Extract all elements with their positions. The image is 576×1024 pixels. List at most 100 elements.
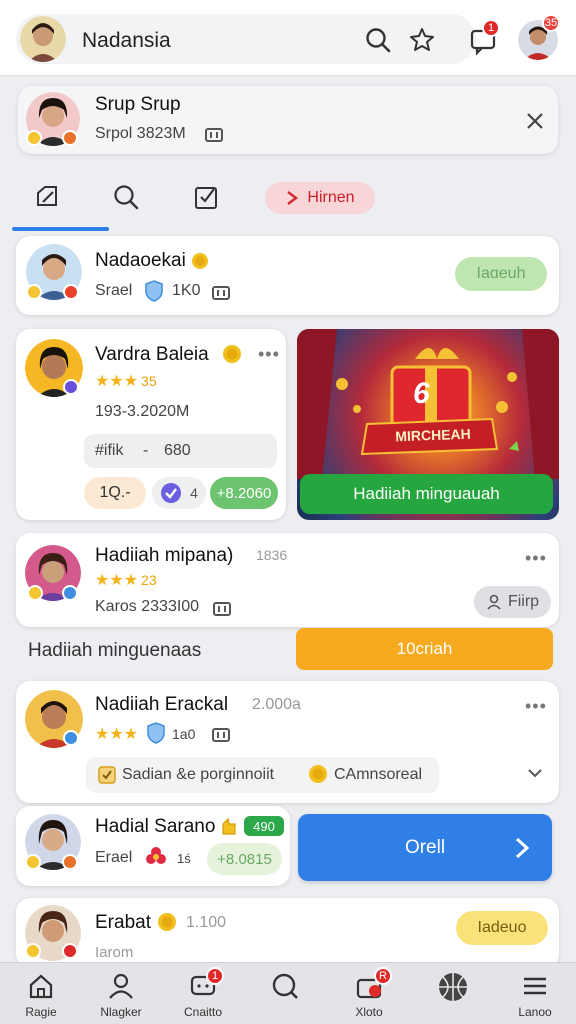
field-value: 680 [164, 442, 191, 459]
more-options-icon[interactable]: ••• [525, 548, 547, 569]
user-tag-5: 490 [244, 816, 284, 836]
avatar [20, 16, 66, 62]
user-action-button-6[interactable]: Iadeuo [456, 911, 548, 945]
nav-label: Nlagker [100, 1005, 142, 1019]
user-sub-1: Srael [95, 282, 133, 299]
tab-highlight-pill[interactable]: Hirnen [265, 182, 375, 214]
coin-icon [223, 345, 241, 363]
user-avatar-6 [25, 905, 81, 961]
user-sub-5: Erael [95, 849, 133, 866]
section-label: Hadiiah minguenaas [28, 640, 202, 661]
search-icon[interactable] [364, 26, 392, 54]
tab-compose-icon[interactable] [33, 183, 61, 211]
user-suffix-3: 1836 [256, 547, 288, 563]
status-badge [27, 585, 43, 601]
info-strip-text: Sadian &e porginnoiit [122, 766, 275, 783]
user-name-6: Erabat [95, 912, 151, 933]
field-separator: - [143, 442, 149, 459]
status-badge [62, 585, 78, 601]
open-button[interactable]: Orell [298, 814, 552, 881]
more-options-icon[interactable]: ••• [258, 344, 280, 365]
nav-home[interactable]: Ragie [0, 963, 82, 1024]
status-badge [62, 943, 78, 959]
coin-icon [192, 253, 208, 269]
section-action-button[interactable]: 10criah [296, 628, 553, 670]
chevron-right-icon [287, 191, 299, 205]
user-name-5: Hadial Sarano [95, 816, 216, 837]
nav-people[interactable]: Nlagker [80, 963, 162, 1024]
check-badge-icon [161, 483, 182, 503]
app-name: Nadansia [82, 29, 171, 52]
nav-sports[interactable] [411, 963, 493, 1024]
search-icon [272, 973, 298, 999]
tag-icon [98, 766, 116, 784]
status-badge [25, 854, 41, 870]
status-badge [63, 379, 79, 395]
tab-pill-label: Hirnen [307, 189, 355, 206]
status-badge [63, 284, 79, 300]
rating-stars-2: ★★★ 35 [95, 373, 157, 390]
user-sub-value-1: 1K0 [172, 282, 201, 299]
user-name-3: Hadiiah mipana) [95, 545, 234, 566]
chip-balance-5[interactable]: +8.0815 [207, 843, 282, 875]
status-badge [25, 943, 41, 959]
person-icon [487, 594, 501, 610]
nav-chat[interactable]: Cnaitto 1 [162, 963, 244, 1024]
bottom-nav: Ragie Nlagker Cnaitto 1 Xloto R Lanoo [0, 962, 576, 1024]
user-avatar-3 [25, 545, 81, 601]
user-id-2: 193-3.2020M [95, 403, 190, 420]
user-sub-6: 1.100 [186, 914, 227, 931]
tab-check-icon[interactable] [192, 183, 220, 211]
nav-search[interactable] [244, 963, 326, 1024]
chat-notification-badge: 1 [482, 19, 500, 37]
info-strip-currency: CAmnsoreal [334, 766, 423, 783]
user-avatar-4 [25, 690, 83, 748]
promo-button[interactable]: Hadiiah minguauah [300, 474, 553, 514]
rating-stars-3: ★★★ 23 [95, 572, 157, 589]
nav-notification-badge: 1 [206, 967, 224, 985]
bookmark-star-icon[interactable] [407, 25, 437, 55]
basketball-icon [439, 973, 467, 1001]
tab-search-icon[interactable] [112, 183, 140, 211]
nav-label: Lanoo [518, 1005, 552, 1019]
shield-icon [147, 722, 165, 744]
chevron-down-icon[interactable] [527, 766, 543, 780]
menu-icon [524, 977, 546, 995]
rating-value-3: 23 [141, 572, 157, 588]
coin-icon [309, 765, 327, 783]
shield-icon [145, 280, 163, 302]
bank-icon [212, 728, 230, 742]
home-icon [29, 974, 53, 999]
rating-stars-4: ★★★ [95, 726, 139, 743]
user-avatar-5 [25, 814, 81, 870]
chip-verified-count: 4 [190, 485, 198, 501]
field-label: #ifik [95, 442, 124, 459]
user-action-button-1[interactable]: Iaɑeuh [455, 257, 547, 291]
nav-gift[interactable]: Xloto R [328, 963, 410, 1024]
flower-icon [146, 847, 166, 864]
nav-menu[interactable]: Lanoo [494, 963, 576, 1024]
bank-icon [213, 602, 231, 616]
nav-label: Ragie [25, 1005, 57, 1019]
user-avatar-1 [26, 244, 82, 300]
close-icon[interactable] [525, 111, 545, 131]
follow-button[interactable]: Fiirp [474, 586, 551, 618]
status-badge [26, 284, 42, 300]
more-options-icon[interactable]: ••• [525, 696, 547, 717]
chip-balance[interactable]: +8.2060 [210, 477, 278, 509]
user-name-1: Nadaoekai [95, 250, 186, 271]
profile-badge: 35 [542, 14, 560, 32]
user-name-2: Vardra Baleia [95, 344, 209, 365]
user-avatar-2 [25, 339, 83, 397]
user-sub-3: Karos 2333I00 [95, 598, 200, 615]
chip-verified[interactable]: 4 [152, 477, 206, 509]
chip-amount[interactable]: 1Q.- [84, 477, 146, 509]
header-user-avatar[interactable] [20, 16, 66, 62]
rating-value-4: 1a0 [172, 726, 196, 742]
status-badge [62, 854, 78, 870]
user-suffix-4: 2.000a [252, 696, 301, 713]
rating-value-2: 35 [141, 373, 157, 389]
status-badge [63, 730, 79, 746]
user-sub-value-5: 1ś [177, 851, 191, 866]
nav-notification-badge: R [374, 967, 392, 985]
